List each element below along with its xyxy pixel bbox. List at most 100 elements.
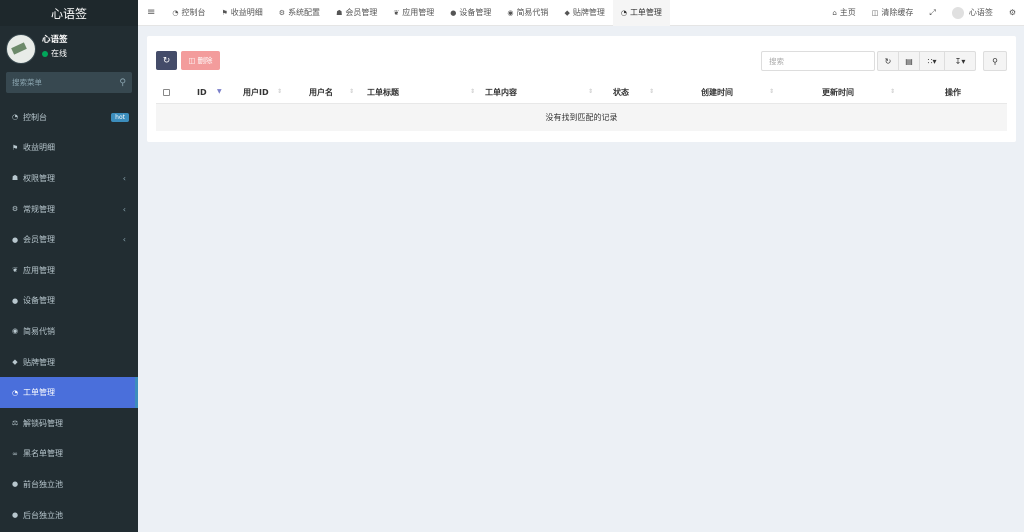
tab[interactable]: ⚑ 收益明细 (214, 0, 271, 26)
sidebar-item-label: 应用管理 (23, 265, 55, 275)
circle-icon: ● (11, 296, 19, 305)
col-actions: 操作 (945, 88, 961, 97)
search-icon[interactable]: ⚲ (119, 78, 126, 88)
tab[interactable]: ◉ 简易代销 (499, 0, 556, 26)
sidebar-item[interactable]: ⚑ 收益明细 (0, 133, 138, 164)
refresh-button[interactable]: ↻ (156, 51, 177, 70)
trash-icon: ◫ (871, 8, 879, 17)
user-status-label: 在线 (51, 49, 67, 58)
tab-label: 收益明细 (230, 8, 263, 17)
table-empty-row: 没有找到匹配的记录 (156, 104, 1007, 131)
col-updated-at[interactable]: 更新时间 (822, 81, 854, 104)
menu-icon: ≡ (147, 7, 156, 18)
fullscreen-icon: ⤢ (929, 7, 936, 17)
col-status[interactable]: 状态 (613, 81, 629, 104)
content-panel: ↻ ◫删除 ↻ ▤ ∷▾ ↧▾ ⚲ ID ▼ 用户ID ⇕ 用户名 ⇕ 工单标题… (147, 36, 1016, 142)
sort-icon: ⇕ (890, 88, 896, 95)
user-panel: 心语签 在线 (0, 26, 138, 68)
select-all-checkbox[interactable] (163, 89, 170, 96)
home-label: 主页 (839, 8, 856, 17)
sidebar-item[interactable]: ● 会员管理 ‹ (0, 224, 138, 255)
avatar (6, 34, 36, 64)
user-avatar-small (951, 6, 964, 19)
fullscreen-button[interactable]: ⤢ (921, 0, 943, 26)
logo[interactable]: 心语签 (0, 0, 138, 26)
delete-button[interactable]: ◫ 删除 (181, 51, 220, 70)
tab[interactable]: ◆ 贴牌管理 (556, 0, 612, 26)
cogs-icon: ⚙ (278, 8, 286, 17)
home-link[interactable]: ⌂ 主页 (824, 0, 863, 26)
advanced-search-button[interactable]: ⚲ (983, 51, 1007, 71)
download-icon: ↧▾ (954, 56, 966, 66)
tab-bar: ◔ 控制台 ⚑ 收益明细 ⚙ 系统配置 ☗ 会员管理 ❦ 应用管理 ● 设备管理 ◉ 简易代销 ◆ 贴牌管理 ◔… (164, 0, 670, 26)
settings-button[interactable]: ⚙ (1001, 0, 1024, 26)
tab-label: 简易代销 (516, 8, 549, 17)
search-icon: ⚲ (992, 56, 998, 66)
col-ticket-title[interactable]: 工单标题 (367, 81, 399, 104)
sidebar-item[interactable]: ◔ 控制台 hot (0, 102, 138, 133)
table-search-input[interactable] (761, 51, 875, 71)
tab-label: 工单管理 (629, 8, 662, 17)
tab-label: 应用管理 (402, 8, 435, 17)
sort-desc-icon: ▼ (217, 88, 222, 95)
tab-label: 贴牌管理 (572, 8, 605, 17)
sidebar-item[interactable]: ◆ 贴牌管理 (0, 347, 138, 378)
sidebar-item[interactable]: ● 设备管理 (0, 286, 138, 317)
tab[interactable]: ⚙ 系统配置 (271, 0, 328, 26)
tab-label: 会员管理 (345, 8, 378, 17)
refresh-icon: ↻ (162, 55, 171, 66)
sidebar-item-label: 控制台 (23, 112, 47, 122)
col-ticket-content[interactable]: 工单内容 (485, 81, 517, 104)
sidebar-toggle[interactable]: ≡ (138, 0, 164, 26)
sidebar-item-label: 权限管理 (23, 173, 55, 183)
sort-icon: ⇕ (649, 88, 655, 95)
sidebar-item[interactable]: ☗ 权限管理 ‹ (0, 163, 138, 194)
columns-button[interactable]: ∷▾ (919, 51, 945, 71)
sidebar-menu: ◔ 控制台 hot ⚑ 收益明细 ☗ 权限管理 ‹ ⚙ 常规管理 ‹ ● 会员管理 ‹ ❦ 应用管理 ● 设备管理… (0, 102, 138, 530)
sidebar-search: ⚲ (6, 72, 132, 93)
tab-label: 控制台 (181, 8, 206, 17)
user-menu[interactable]: 心语签 (944, 0, 1001, 26)
online-dot-icon (42, 50, 48, 57)
user-circle-icon: ● (11, 235, 19, 244)
clear-cache-button[interactable]: ◫ 清除缓存 (864, 0, 922, 26)
tab[interactable]: ● 设备管理 (442, 0, 499, 26)
col-created-at[interactable]: 创建时间 (701, 81, 733, 104)
tab[interactable]: ❦ 应用管理 (385, 0, 442, 26)
leaf-icon: ❦ (12, 266, 18, 275)
sidebar-item-label: 常规管理 (23, 204, 55, 214)
sidebar-item-label: 收益明细 (23, 143, 55, 153)
top-navbar: ≡ ◔ 控制台 ⚑ 收益明细 ⚙ 系统配置 ☗ 会员管理 ❦ 应用管理 ● 设备管理 ◉ 简易代销 ◆ 贴牌管… (138, 0, 1024, 26)
sidebar-item[interactable]: ● 前台独立池 (0, 469, 138, 500)
table-header: ID ▼ 用户ID ⇕ 用户名 ⇕ 工单标题 ⇕ 工单内容 ⇕ 状态 ⇕ 创建时… (156, 81, 1007, 104)
sidebar-item[interactable]: ∞ 黑名单管理 (0, 439, 138, 470)
col-user-id[interactable]: 用户ID (243, 81, 269, 104)
tab-label: 设备管理 (459, 8, 492, 17)
col-username[interactable]: 用户名 (309, 81, 333, 104)
sidebar-item-label: 黑名单管理 (23, 449, 63, 459)
list-icon: ▤ (905, 56, 913, 66)
sidebar-item-label: 工单管理 (23, 388, 55, 398)
sort-icon: ⇕ (470, 88, 476, 95)
sidebar-item[interactable]: ⚙ 常规管理 ‹ (0, 194, 138, 225)
chevron-left-icon: ‹ (122, 204, 126, 214)
sidebar-item[interactable]: ◔ 工单管理 (0, 377, 138, 408)
flag-icon: ⚑ (221, 8, 228, 17)
sidebar-item-label: 贴牌管理 (23, 357, 55, 367)
tab[interactable]: ◔ 工单管理 (612, 0, 670, 26)
sidebar-item[interactable]: ● 后台独立池 (0, 500, 138, 531)
toggle-view-button[interactable]: ▤ (898, 51, 920, 71)
tab[interactable]: ◔ 控制台 (164, 0, 213, 26)
tab[interactable]: ☗ 会员管理 (328, 0, 385, 26)
sort-icon: ⇕ (349, 88, 355, 95)
sidebar-item-label: 设备管理 (23, 296, 55, 306)
export-button[interactable]: ↧▾ (944, 51, 976, 71)
col-id[interactable]: ID (197, 81, 207, 104)
sidebar-item[interactable]: ❦ 应用管理 (0, 255, 138, 286)
sidebar-item[interactable]: ◉ 简易代销 (0, 316, 138, 347)
dashboard-icon: ◔ (620, 8, 627, 17)
table-refresh-button[interactable]: ↻ (877, 51, 899, 71)
navbar-right: ⌂ 主页 ◫ 清除缓存 ⤢ 心语签 ⚙ (824, 0, 1024, 26)
sidebar-search-input[interactable] (12, 78, 120, 87)
sidebar-item[interactable]: ⚖ 解锁码管理 (0, 408, 138, 439)
